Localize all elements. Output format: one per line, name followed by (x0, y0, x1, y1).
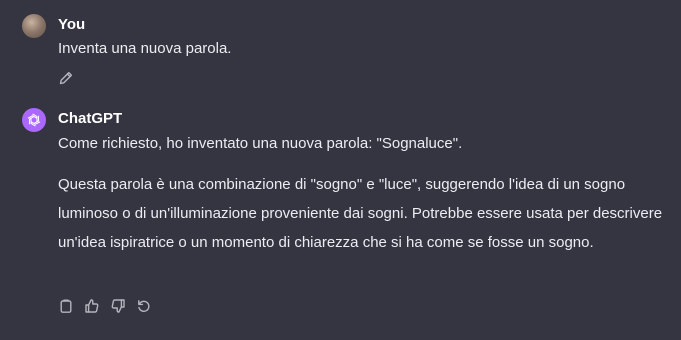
openai-logo-icon (27, 113, 41, 127)
user-author-name: You (58, 16, 86, 33)
thumbs-up-icon (85, 299, 99, 313)
assistant-author-name: ChatGPT (58, 110, 123, 127)
thumbs-down-button[interactable] (110, 298, 126, 314)
assistant-avatar (22, 108, 46, 132)
message-actions (58, 298, 152, 314)
user-avatar (22, 14, 46, 38)
edit-message-button[interactable] (58, 70, 74, 86)
regenerate-icon (138, 300, 150, 312)
regenerate-button[interactable] (136, 298, 152, 314)
assistant-paragraph: Questa parola è una combinazione di "sog… (58, 176, 663, 251)
copy-button[interactable] (58, 298, 74, 314)
thumbs-down-icon (111, 299, 125, 313)
user-message-body: You Inventa una nuova parola. (58, 14, 671, 61)
assistant-message-body: ChatGPT Come richiesto, ho inventato una… (58, 108, 671, 257)
thumbs-up-button[interactable] (84, 298, 100, 314)
user-message-text: Inventa una nuova parola. (58, 40, 232, 57)
copy-icon (60, 299, 72, 313)
assistant-paragraph: Come richiesto, ho inventato una nuova p… (58, 135, 463, 152)
pencil-icon (59, 71, 73, 85)
